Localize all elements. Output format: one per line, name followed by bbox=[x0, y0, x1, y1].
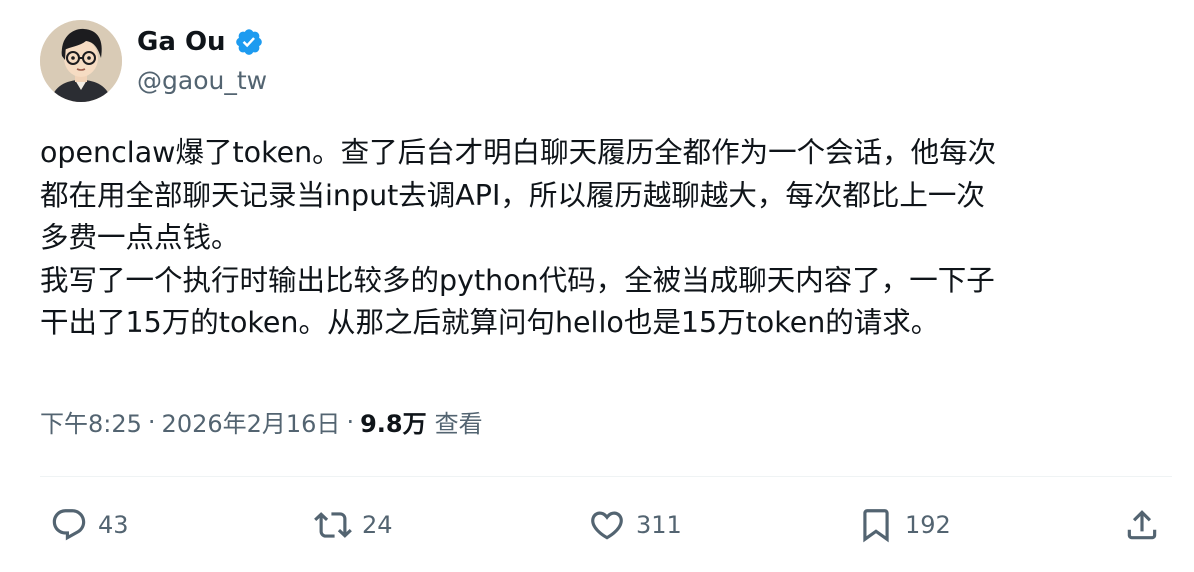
tweet-card: Ga Ou @gaou_tw openclaw爆了token。查了后台才明白聊天… bbox=[0, 0, 1194, 572]
bookmark-icon bbox=[857, 506, 895, 544]
tweet-date[interactable]: 2026年2月16日 bbox=[162, 404, 341, 439]
tweet-text-line: 我写了一个执行时输出比较多的python代码，全被当成聊天内容了，一下子 bbox=[40, 263, 995, 297]
tweet-text: openclaw爆了token。查了后台才明白聊天履历全都作为一个会话，他每次 … bbox=[40, 132, 1170, 345]
bookmark-button[interactable]: 192 bbox=[857, 506, 951, 544]
tweet-text-line: 都在用全部聊天记录当input去调API，所以履历越聊越大，每次都比上一次 bbox=[40, 178, 985, 212]
reply-button[interactable]: 43 bbox=[50, 506, 129, 544]
retweet-arrows-icon bbox=[314, 506, 352, 544]
views-label: 查看 bbox=[434, 410, 483, 438]
tweet-text-line: 干出了15万的token。从那之后就算问句hello也是15万token的请求。 bbox=[40, 306, 940, 339]
like-count: 311 bbox=[636, 511, 682, 539]
retweet-count: 24 bbox=[362, 511, 393, 539]
share-button[interactable] bbox=[1123, 506, 1161, 544]
speech-bubble-icon bbox=[50, 506, 88, 544]
author-display-name[interactable]: Ga Ou bbox=[137, 27, 226, 57]
action-bar: 43 24 311 192 bbox=[0, 500, 1194, 556]
meta-separator: · bbox=[346, 407, 355, 436]
avatar[interactable] bbox=[40, 20, 122, 102]
views-count: 9.8万 bbox=[360, 410, 427, 438]
like-button[interactable]: 311 bbox=[588, 506, 682, 544]
heart-icon bbox=[588, 506, 626, 544]
retweet-button[interactable]: 24 bbox=[314, 506, 393, 544]
author-name-row: Ga Ou bbox=[137, 24, 264, 60]
tweet-text-line: 多费一点点钱。 bbox=[40, 221, 240, 254]
bookmark-count: 192 bbox=[905, 511, 951, 539]
tweet-time[interactable]: 下午8:25 bbox=[40, 404, 142, 439]
verified-badge-icon[interactable] bbox=[234, 27, 264, 57]
divider bbox=[40, 476, 1172, 477]
tweet-text-line: openclaw爆了token。查了后台才明白聊天履历全都作为一个会话，他每次 bbox=[40, 136, 997, 169]
meta-separator: · bbox=[147, 407, 156, 436]
author-handle[interactable]: @gaou_tw bbox=[137, 66, 267, 95]
reply-count: 43 bbox=[98, 511, 129, 539]
avatar-illustration-icon bbox=[40, 20, 122, 102]
tweet-meta: 下午8:25 · 2026年2月16日 · 9.8万 查看 bbox=[40, 404, 483, 439]
share-upload-icon bbox=[1123, 506, 1161, 544]
